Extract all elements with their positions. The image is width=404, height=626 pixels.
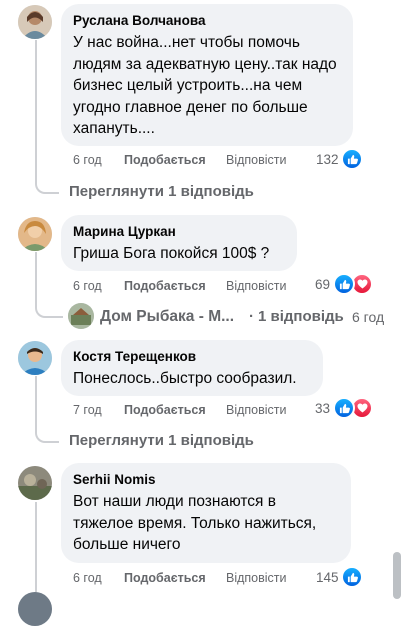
comment-bubble: Serhii Nomis Вот наши люди познаются в т…	[61, 463, 351, 563]
reactions-count[interactable]: 33	[315, 399, 330, 419]
comment-text: У нас война...нет чтобы помочь людям за …	[73, 34, 337, 137]
comment-actions: 6 год Подобається Відповісти	[73, 277, 293, 295]
comment-time[interactable]: 6 год	[73, 277, 102, 295]
reply-preview-author[interactable]: Дом Рыбака - М...	[100, 306, 234, 328]
avatar[interactable]	[18, 5, 52, 39]
view-replies-link[interactable]: Переглянути 1 відповідь	[69, 181, 254, 203]
like-reaction-icon[interactable]	[333, 397, 355, 419]
comment-time[interactable]: 6 год	[73, 151, 102, 169]
reactions-count[interactable]: 132	[316, 150, 339, 170]
thread-connector	[35, 420, 59, 443]
thread-line	[35, 502, 37, 599]
thread-connector	[35, 292, 63, 318]
like-reaction-icon[interactable]	[341, 566, 363, 588]
reply-button[interactable]: Відповісти	[226, 277, 287, 295]
comment-bubble: Костя Терещенков Понеслось..быстро сообр…	[61, 340, 323, 396]
like-reaction-icon[interactable]	[341, 148, 363, 170]
comment-author[interactable]: Serhii Nomis	[73, 471, 339, 488]
avatar[interactable]	[18, 466, 52, 500]
like-reaction-icon[interactable]	[333, 273, 355, 295]
reply-count-link[interactable]: 1 відповідь	[258, 306, 344, 328]
comment-text: Понеслось..быстро сообразил.	[73, 370, 297, 387]
thread-line	[35, 40, 37, 180]
comment-author[interactable]: Костя Терещенков	[73, 348, 311, 365]
scrollbar-thumb[interactable]	[393, 552, 401, 599]
comment-actions: 7 год Подобається Відповісти	[73, 401, 293, 419]
view-replies-link[interactable]: Переглянути 1 відповідь	[69, 430, 254, 452]
comment-bubble: Марина Цуркан Гриша Бога покойся 100$ ?	[61, 215, 297, 271]
like-button[interactable]: Подобається	[124, 151, 206, 169]
reply-button[interactable]: Відповісти	[226, 569, 287, 587]
avatar[interactable]	[18, 217, 52, 251]
reactions-count[interactable]: 69	[315, 275, 330, 295]
avatar[interactable]	[18, 341, 52, 375]
like-button[interactable]: Подобається	[124, 277, 206, 295]
reply-button[interactable]: Відповісти	[226, 401, 287, 419]
like-button[interactable]: Подобається	[124, 569, 206, 587]
avatar[interactable]	[18, 592, 52, 626]
comment-text: Вот наши люди познаются в тяжелое время.…	[73, 493, 317, 553]
reply-button[interactable]: Відповісти	[226, 151, 287, 169]
reactions-count[interactable]: 145	[316, 568, 339, 588]
comment-bubble: Руслана Волчанова У нас война...нет чтоб…	[61, 4, 353, 146]
comment-time[interactable]: 6 год	[73, 569, 102, 587]
reply-avatar[interactable]	[68, 303, 94, 329]
reply-time[interactable]: 6 год	[352, 306, 384, 328]
separator: ·	[249, 308, 254, 325]
thread-connector	[35, 170, 59, 194]
comment-actions: 6 год Подобається Відповісти	[73, 151, 287, 169]
comment-author[interactable]: Руслана Волчанова	[73, 12, 341, 29]
like-button[interactable]: Подобається	[124, 401, 206, 419]
comment-actions: 6 год Подобається Відповісти	[73, 569, 293, 587]
comment-author[interactable]: Марина Цуркан	[73, 223, 285, 240]
comment-time[interactable]: 7 год	[73, 401, 102, 419]
comment-text: Гриша Бога покойся 100$ ?	[73, 245, 270, 262]
